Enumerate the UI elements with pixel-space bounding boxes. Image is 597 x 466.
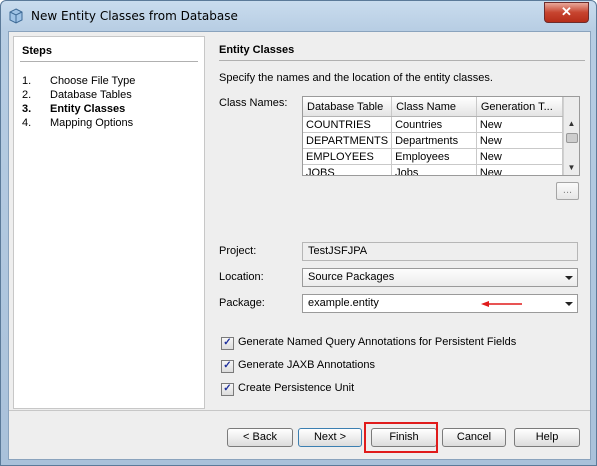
package-combobox[interactable]: example.entity <box>302 294 578 313</box>
step-label: Database Tables <box>50 89 132 101</box>
close-icon: ✕ <box>561 4 572 19</box>
location-value: Source Packages <box>308 271 395 283</box>
project-value: TestJSFJPA <box>308 245 368 257</box>
step-label: Choose File Type <box>50 75 136 87</box>
scroll-up-icon[interactable]: ▲ <box>564 117 579 131</box>
column-header-class-name[interactable]: Class Name <box>391 97 477 117</box>
table-header-row: Database Table Class Name Generation T..… <box>303 97 564 117</box>
finish-highlight-box <box>364 422 438 453</box>
persistence-unit-checkbox[interactable]: ✓ <box>221 383 234 396</box>
cell-class-name[interactable]: Jobs <box>391 164 477 175</box>
window-title: New Entity Classes from Database <box>31 9 238 23</box>
location-dropdown[interactable]: Source Packages <box>302 268 578 287</box>
table-options-button[interactable]: ... <box>556 182 579 200</box>
package-value[interactable]: example.entity <box>308 297 379 309</box>
panel-description: Specify the names and the location of th… <box>219 72 493 84</box>
cell-database-table: EMPLOYEES <box>303 148 393 165</box>
project-label: Project: <box>219 245 257 257</box>
netbeans-cube-icon <box>9 8 23 24</box>
back-button[interactable]: < Back <box>227 428 293 447</box>
step-label: Mapping Options <box>50 117 134 129</box>
table-scrollbar[interactable]: ▲ ▼ <box>563 97 579 175</box>
table-row[interactable]: JOBS Jobs New <box>303 164 564 175</box>
steps-title: Steps <box>22 45 52 57</box>
next-button[interactable]: Next > <box>298 428 362 447</box>
column-header-generation-type[interactable]: Generation T... <box>476 97 564 117</box>
scroll-down-icon[interactable]: ▼ <box>564 161 579 175</box>
chevron-down-icon[interactable] <box>565 302 573 306</box>
cell-generation-type[interactable]: New <box>476 116 564 133</box>
scroll-thumb[interactable] <box>566 133 578 143</box>
title-bar[interactable]: New Entity Classes from Database ✕ <box>1 1 596 31</box>
dialog-window: New Entity Classes from Database ✕ Steps… <box>0 0 597 466</box>
cell-database-table: COUNTRIES <box>303 116 393 133</box>
cell-generation-type[interactable]: New <box>476 132 564 149</box>
table-row[interactable]: COUNTRIES Countries New <box>303 116 564 133</box>
cancel-button[interactable]: Cancel <box>442 428 506 447</box>
class-names-label: Class Names: <box>219 97 288 109</box>
chevron-down-icon[interactable] <box>565 276 573 280</box>
package-label: Package: <box>219 297 265 309</box>
cell-database-table: JOBS <box>303 164 393 175</box>
cell-class-name[interactable]: Employees <box>391 148 477 165</box>
button-bar-divider <box>9 410 590 411</box>
steps-divider <box>20 61 198 62</box>
panel-title: Entity Classes <box>219 44 295 56</box>
cell-class-name[interactable]: Departments <box>391 132 477 149</box>
named-query-checkbox-label[interactable]: Generate Named Query Annotations for Per… <box>238 336 516 348</box>
persistence-unit-checkbox-label[interactable]: Create Persistence Unit <box>238 382 354 394</box>
named-query-checkbox[interactable]: ✓ <box>221 337 234 350</box>
step-label: Entity Classes <box>50 103 126 115</box>
project-field: TestJSFJPA <box>302 242 578 261</box>
column-header-database-table[interactable]: Database Table <box>303 97 393 117</box>
entity-classes-panel: Entity Classes Specify the names and the… <box>219 36 585 407</box>
table-row[interactable]: DEPARTMENTS Departments New <box>303 132 564 149</box>
table-row[interactable]: EMPLOYEES Employees New <box>303 148 564 165</box>
cell-database-table: DEPARTMENTS <box>303 132 393 149</box>
location-label: Location: <box>219 271 264 283</box>
cell-generation-type[interactable]: New <box>476 148 564 165</box>
red-annotation-arrow-icon <box>481 301 522 307</box>
jaxb-checkbox[interactable]: ✓ <box>221 360 234 373</box>
dialog-client-area: Steps 1. Choose File Type 2. Database Ta… <box>8 31 591 460</box>
cell-generation-type[interactable]: New <box>476 164 564 175</box>
close-button[interactable]: ✕ <box>544 2 589 23</box>
cell-class-name[interactable]: Countries <box>391 116 477 133</box>
class-names-table[interactable]: Database Table Class Name Generation T..… <box>302 96 580 176</box>
jaxb-checkbox-label[interactable]: Generate JAXB Annotations <box>238 359 375 371</box>
panel-divider <box>219 60 585 61</box>
steps-panel: Steps 1. Choose File Type 2. Database Ta… <box>13 36 205 409</box>
help-button[interactable]: Help <box>514 428 580 447</box>
